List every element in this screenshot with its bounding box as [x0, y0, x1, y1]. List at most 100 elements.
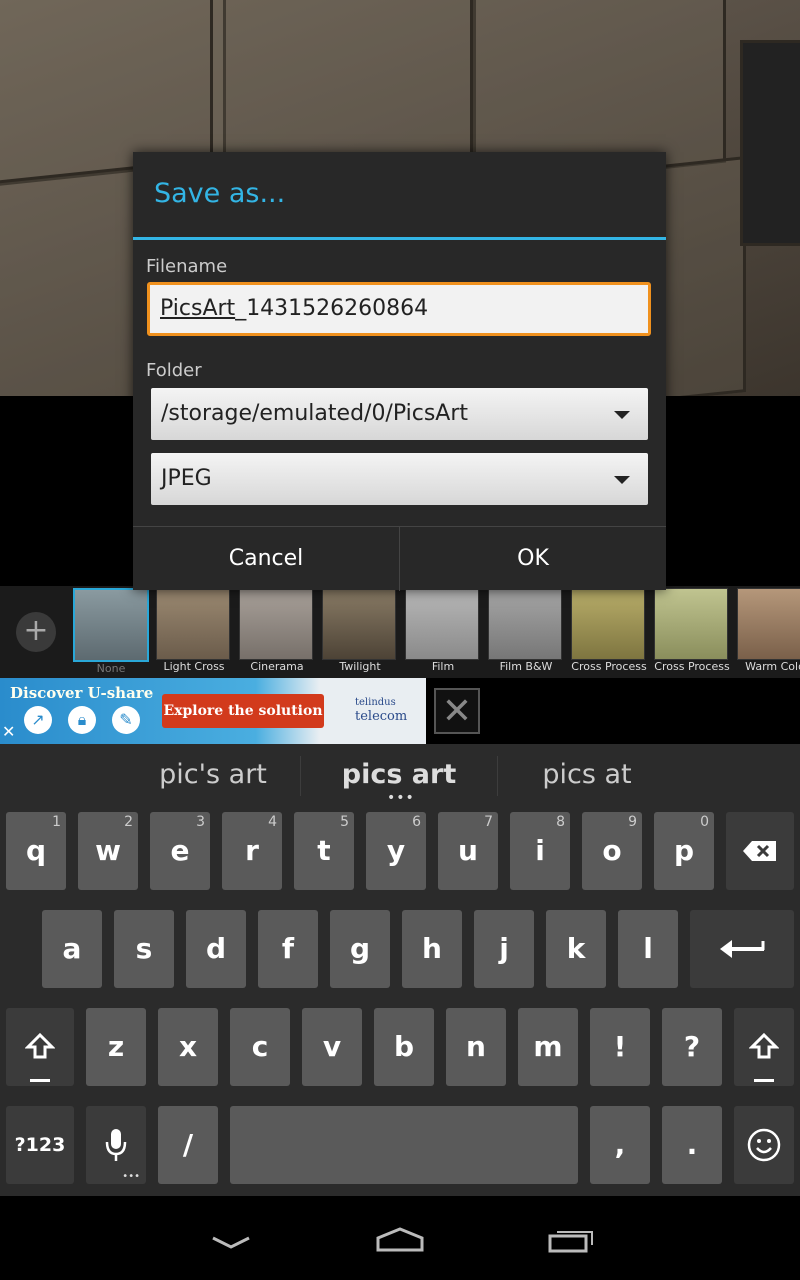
ad-dismiss-button[interactable]: ✕	[434, 688, 480, 734]
key-l[interactable]: l	[618, 910, 678, 988]
symbols-label: ?123	[14, 1134, 66, 1156]
key-w[interactable]: 2w	[78, 812, 138, 890]
ad-cta-button[interactable]: Explore the solution	[162, 694, 324, 728]
filter-thumbnail	[488, 588, 562, 660]
shift-indicator	[30, 1079, 50, 1082]
shift-icon	[748, 1032, 780, 1059]
key-v[interactable]: v	[302, 1008, 362, 1086]
key-letter: c	[251, 1030, 269, 1063]
key-number-hint: 0	[700, 814, 709, 830]
shift-key-right[interactable]	[734, 1008, 794, 1086]
key-z[interactable]: z	[86, 1008, 146, 1086]
shift-key-left[interactable]	[6, 1008, 74, 1086]
key-comma[interactable]: ,	[590, 1106, 650, 1184]
key-n[interactable]: n	[446, 1008, 506, 1086]
filter-item[interactable]: None	[73, 588, 149, 678]
save-as-dialog: Save as... Filename PicsArt_143152626086…	[133, 152, 666, 591]
format-select[interactable]: JPEG	[151, 453, 648, 505]
filter-item[interactable]: Twilight	[322, 588, 398, 678]
filter-label: Light Cross	[163, 660, 225, 673]
key-number-hint: 8	[556, 814, 565, 830]
key-a[interactable]: a	[42, 910, 102, 988]
ok-button[interactable]: OK	[400, 527, 666, 591]
filter-thumbnail	[737, 588, 800, 660]
ad-close-icon[interactable]: ✕	[2, 722, 22, 742]
filter-item[interactable]: Cross Process	[571, 588, 647, 678]
key-q[interactable]: 1q	[6, 812, 66, 890]
key-letter: b	[393, 1030, 415, 1063]
key-number-hint: 2	[124, 814, 133, 830]
key-e[interactable]: 3e	[150, 812, 210, 890]
key-number-hint: 9	[628, 814, 637, 830]
add-filter-button[interactable]: +	[16, 612, 56, 652]
key-j[interactable]: j	[474, 910, 534, 988]
filter-item[interactable]: Cross Process	[654, 588, 730, 678]
soft-keyboard: pic's art pics art ••• pics at 1q 2w 3e …	[0, 744, 800, 1196]
filename-input[interactable]: PicsArt_1431526260864	[147, 282, 651, 336]
filter-item[interactable]: Warm Colo	[737, 588, 800, 678]
filter-label: Film	[431, 660, 455, 673]
navigation-bar	[0, 1196, 800, 1280]
key-letter: n	[466, 1030, 486, 1063]
key-r[interactable]: 4r	[222, 812, 282, 890]
key-letter: a	[62, 932, 82, 965]
back-down-icon[interactable]	[210, 1234, 252, 1250]
cancel-button[interactable]: Cancel	[133, 527, 400, 591]
filter-label: None	[96, 662, 126, 675]
key-y[interactable]: 6y	[366, 812, 426, 890]
suggestion-item[interactable]: pic's art	[113, 744, 313, 806]
chart-icon: ↗	[24, 706, 52, 734]
symbols-key[interactable]: ?123	[6, 1106, 74, 1184]
suggestion-item[interactable]: pics at	[497, 744, 677, 806]
key-p[interactable]: 0p	[654, 812, 714, 890]
recent-apps-icon[interactable]	[547, 1226, 595, 1254]
enter-key[interactable]	[690, 910, 794, 988]
key-period[interactable]: .	[662, 1106, 722, 1184]
key-o[interactable]: 9o	[582, 812, 642, 890]
key-exclamation[interactable]: !	[590, 1008, 650, 1086]
key-k[interactable]: k	[546, 910, 606, 988]
key-g[interactable]: g	[330, 910, 390, 988]
key-x[interactable]: x	[158, 1008, 218, 1086]
key-letter: ?	[683, 1030, 701, 1063]
key-m[interactable]: m	[518, 1008, 578, 1086]
key-letter: .	[686, 1128, 698, 1161]
key-s[interactable]: s	[114, 910, 174, 988]
key-b[interactable]: b	[374, 1008, 434, 1086]
voice-input-key[interactable]: •••	[86, 1106, 146, 1184]
filter-thumbnail	[239, 588, 313, 660]
backspace-key[interactable]	[726, 812, 794, 890]
key-question[interactable]: ?	[662, 1008, 722, 1086]
key-letter: m	[533, 1030, 563, 1063]
spacebar[interactable]	[230, 1106, 578, 1184]
key-i[interactable]: 8i	[510, 812, 570, 890]
key-h[interactable]: h	[402, 910, 462, 988]
filter-item[interactable]: Cinerama	[239, 588, 315, 678]
key-slash[interactable]: /	[158, 1106, 218, 1184]
key-number-hint: 6	[412, 814, 421, 830]
folder-select[interactable]: /storage/emulated/0/PicsArt	[151, 388, 648, 440]
lock-icon: 🔒︎	[68, 706, 96, 734]
key-c[interactable]: c	[230, 1008, 290, 1086]
key-u[interactable]: 7u	[438, 812, 498, 890]
shift-icon	[24, 1032, 56, 1059]
filter-item[interactable]: Film	[405, 588, 481, 678]
more-suggestions-icon[interactable]: •••	[387, 790, 415, 806]
key-t[interactable]: 5t	[294, 812, 354, 890]
dropdown-arrow-icon	[614, 411, 630, 419]
filter-item[interactable]: Film B&W	[488, 588, 564, 678]
backspace-icon	[743, 841, 776, 861]
key-number-hint: 7	[484, 814, 493, 830]
home-icon[interactable]	[375, 1226, 425, 1254]
filename-label: Filename	[146, 256, 228, 277]
emoji-key[interactable]	[734, 1106, 794, 1184]
shift-indicator	[754, 1079, 774, 1082]
filter-item[interactable]: Light Cross	[156, 588, 232, 678]
filter-label: Cross Process	[571, 660, 647, 673]
filter-thumbnail	[322, 588, 396, 660]
key-f[interactable]: f	[258, 910, 318, 988]
filter-label: Warm Colo	[745, 660, 800, 673]
filter-strip: + None Light Cross Cinerama Twilight Fil…	[0, 586, 800, 678]
key-d[interactable]: d	[186, 910, 246, 988]
ad-banner[interactable]: Discover U-share ↗ 🔒︎ ✎ Explore the solu…	[0, 678, 426, 744]
